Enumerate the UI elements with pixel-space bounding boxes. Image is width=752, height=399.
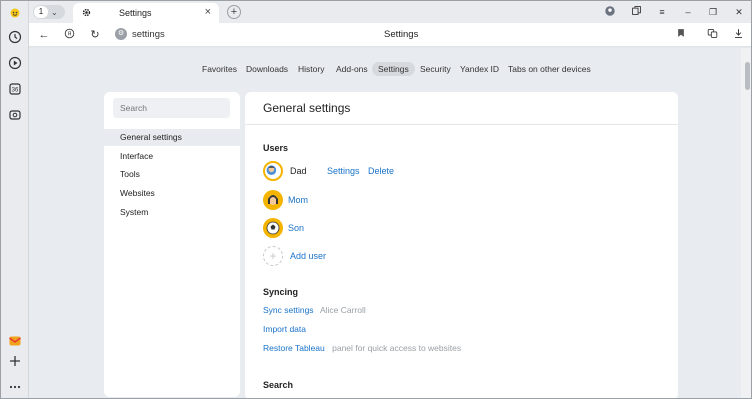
address-bar: ← Я ↻ ⚙ settings Settings: [29, 23, 751, 47]
page-title-bar: Settings: [384, 29, 419, 40]
play-icon[interactable]: [7, 55, 23, 71]
import-data-link[interactable]: Import data: [263, 324, 306, 334]
minimize-icon[interactable]: –: [681, 5, 695, 19]
tab-counter[interactable]: 1 ⌄: [33, 5, 65, 19]
user-row-mom: Mom: [263, 190, 563, 212]
yandex-icon[interactable]: Я: [62, 28, 76, 42]
user-name-son[interactable]: Son: [288, 223, 304, 233]
settings-sidebar: General settings Interface Tools Website…: [104, 92, 240, 397]
sidebar-item-tools[interactable]: Tools: [104, 166, 240, 183]
extension-icon[interactable]: 36: [7, 81, 23, 97]
user-row-son: Son: [263, 218, 563, 240]
svg-text:36: 36: [12, 88, 19, 94]
restore-hint: panel for quick access to websites: [332, 343, 462, 353]
sidebar-item-system[interactable]: System: [104, 204, 240, 221]
sidebar-item-general-settings[interactable]: General settings: [104, 129, 240, 146]
topnav-security[interactable]: Security: [414, 62, 457, 76]
reload-icon[interactable]: ↻: [88, 28, 102, 42]
topnav-addons[interactable]: Add-ons: [330, 62, 374, 76]
syncing-heading: Syncing: [263, 287, 299, 297]
add-user-icon[interactable]: +: [263, 246, 283, 266]
user-settings-link[interactable]: Settings: [327, 166, 360, 176]
tab-bar: 1 ⌄ Settings × + ≡ – ❐ ✕: [29, 1, 751, 23]
history-icon[interactable]: [7, 29, 23, 45]
restore-row: Restore Tableau panel for quick access t…: [263, 343, 461, 353]
scroll-thumb[interactable]: [745, 62, 750, 90]
plus-icon[interactable]: [7, 353, 23, 369]
new-tab-button[interactable]: +: [227, 5, 241, 19]
left-strip: 36: [1, 1, 29, 398]
translate-icon[interactable]: [705, 28, 719, 42]
sidebar-item-interface[interactable]: Interface: [104, 148, 240, 165]
tab-count: 1: [34, 6, 48, 18]
user-name-mom[interactable]: Mom: [288, 195, 308, 205]
divider: [245, 124, 678, 125]
topnav-downloads[interactable]: Downloads: [240, 62, 294, 76]
sync-settings-row: Sync settings Alice Carroll: [263, 305, 366, 315]
settings-page: Favorites Downloads History Add-ons Sett…: [29, 48, 741, 398]
back-arrow-icon[interactable]: ←: [37, 28, 51, 42]
profile-icon[interactable]: [603, 5, 617, 19]
sync-settings-link[interactable]: Sync settings: [263, 305, 314, 315]
close-window-icon[interactable]: ✕: [732, 5, 746, 19]
avatar[interactable]: [263, 218, 283, 238]
site-info-icon[interactable]: ⚙: [115, 28, 127, 40]
settings-main: General settings Users Dad Settings Dele…: [245, 92, 678, 398]
user-delete-link[interactable]: Delete: [368, 166, 394, 176]
tab-settings[interactable]: Settings ×: [73, 3, 219, 23]
topnav-favorites[interactable]: Favorites: [196, 62, 243, 76]
scrollbar[interactable]: [741, 48, 751, 398]
sync-account-name: Alice Carroll: [319, 305, 366, 315]
avatar[interactable]: [263, 190, 283, 210]
url-field[interactable]: settings: [132, 29, 165, 40]
search-input[interactable]: [113, 98, 230, 118]
topnav-tabs-other-devices[interactable]: Tabs on other devices: [502, 62, 597, 76]
topnav-yandex-id[interactable]: Yandex ID: [454, 62, 505, 76]
settings-topnav: Favorites Downloads History Add-ons Sett…: [29, 62, 741, 78]
user-name-dad: Dad: [290, 166, 307, 176]
mail-icon[interactable]: [7, 333, 23, 349]
restore-icon[interactable]: ❐: [706, 5, 720, 19]
screenshot-icon[interactable]: [7, 107, 23, 123]
svg-text:Я: Я: [67, 31, 71, 37]
close-icon[interactable]: ×: [205, 6, 211, 18]
users-heading: Users: [263, 143, 289, 153]
restore-tableau-link[interactable]: Restore Tableau: [263, 343, 325, 353]
tab-title: Settings: [119, 8, 152, 18]
sidebar-item-websites[interactable]: Websites: [104, 185, 240, 202]
topnav-settings[interactable]: Settings: [372, 62, 415, 76]
bookmark-icon[interactable]: [674, 28, 688, 42]
collections-icon[interactable]: [629, 5, 643, 19]
add-user-row: + Add user: [263, 246, 563, 268]
browser-window: 36 1 ⌄ Settings × + ≡ – ❐ ✕ ← Я ↻ ⚙ sett…: [0, 0, 752, 399]
gear-icon: [82, 8, 91, 17]
add-user-button[interactable]: Add user: [290, 251, 326, 261]
more-icon[interactable]: [7, 379, 23, 395]
page-title: General settings: [263, 101, 351, 115]
import-row: Import data: [263, 324, 306, 334]
avatar: [263, 161, 283, 181]
menu-icon[interactable]: ≡: [655, 5, 669, 19]
chevron-down-icon: ⌄: [51, 7, 58, 17]
search-heading: Search: [263, 380, 294, 390]
user-row-dad: Dad Settings Delete: [263, 161, 563, 183]
topnav-history[interactable]: History: [292, 62, 330, 76]
sun-face-icon[interactable]: [7, 5, 23, 21]
download-icon[interactable]: [731, 28, 745, 42]
